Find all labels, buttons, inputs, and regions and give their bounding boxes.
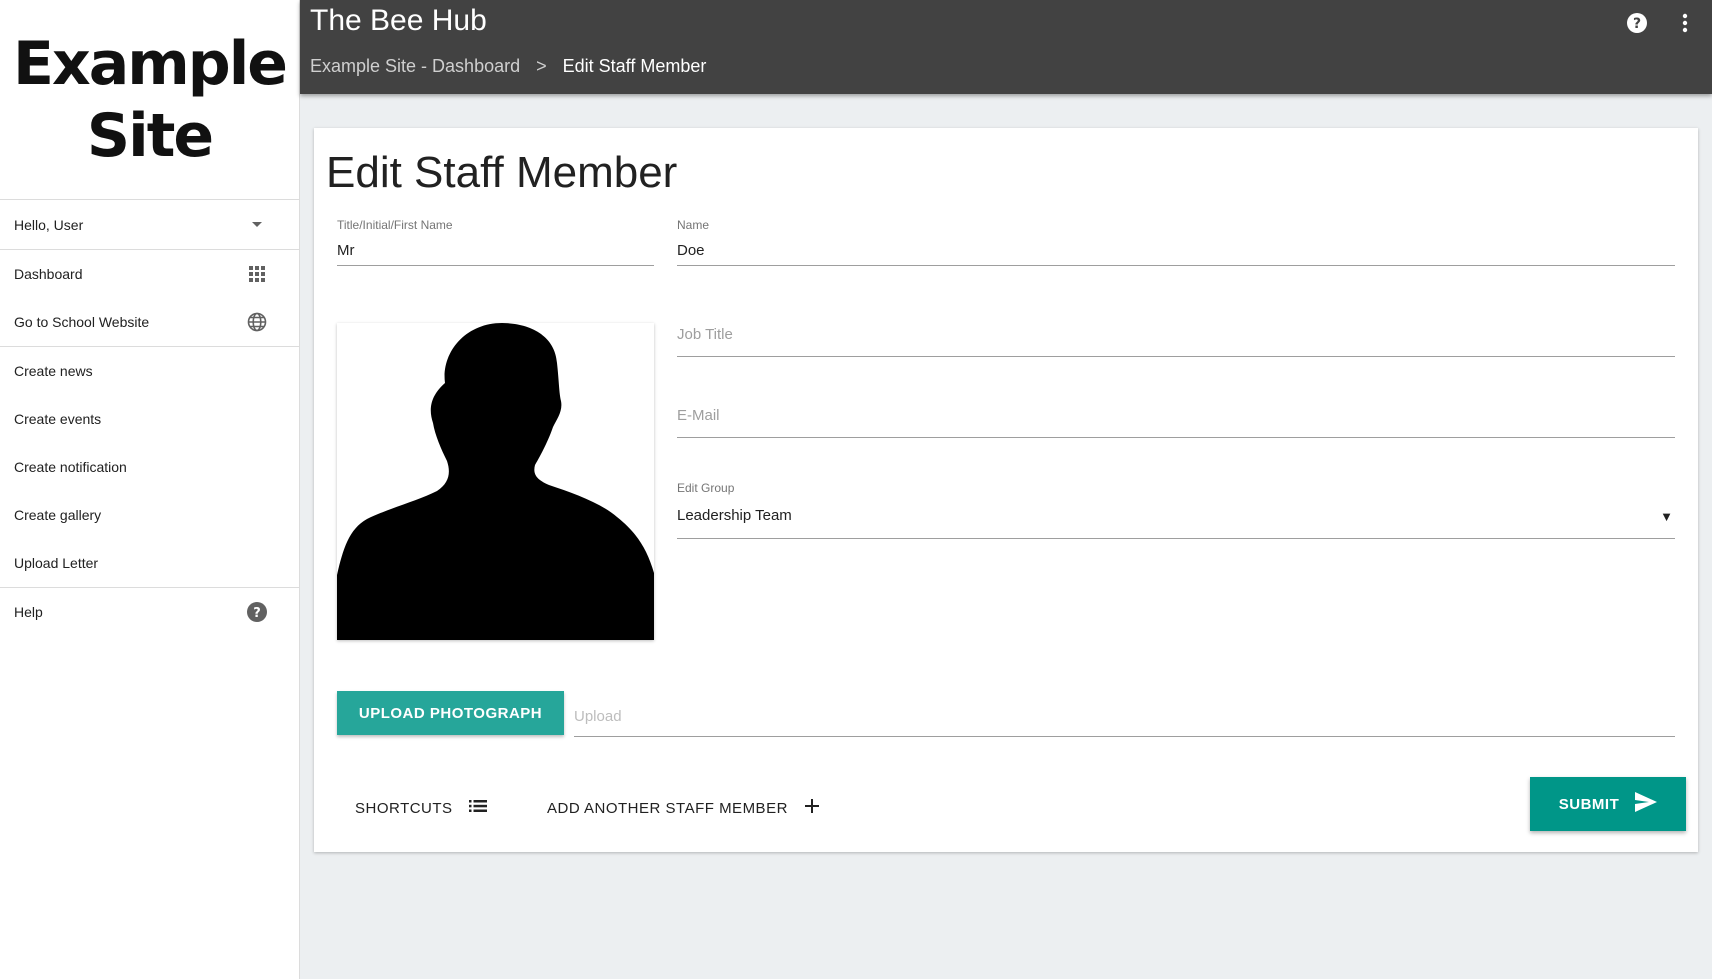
name-label: Name bbox=[677, 218, 710, 232]
add-staff-label: ADD ANOTHER STAFF MEMBER bbox=[547, 799, 788, 817]
site-logo[interactable]: Example Site bbox=[0, 0, 299, 200]
sidebar-item-label: Go to School Website bbox=[14, 314, 150, 330]
upload-path-field[interactable]: Upload bbox=[574, 696, 1675, 737]
nav-group-create: Create news Create events Create notific… bbox=[0, 347, 299, 588]
sidebar-item-label: Dashboard bbox=[14, 266, 83, 282]
upload-placeholder: Upload bbox=[574, 708, 622, 725]
sidebar-item-label: Create gallery bbox=[14, 507, 102, 523]
person-silhouette-icon bbox=[337, 323, 654, 640]
sidebar-item-label: Create news bbox=[14, 363, 93, 379]
sidebar-item-create-notification[interactable]: Create notification bbox=[0, 443, 299, 491]
user-menu-group: Hello, User bbox=[0, 200, 299, 250]
logo-line-1: Example bbox=[13, 28, 288, 99]
submit-label: SUBMIT bbox=[1558, 795, 1620, 813]
add-staff-member-button[interactable]: ADD ANOTHER STAFF MEMBER bbox=[547, 788, 820, 828]
edit-staff-card: Edit Staff Member Title/Initial/First Na… bbox=[314, 128, 1698, 852]
chevron-right-icon: > bbox=[536, 56, 547, 76]
sidebar-item-label: Create events bbox=[14, 411, 102, 427]
plus-icon bbox=[804, 798, 820, 818]
svg-text:?: ? bbox=[253, 606, 261, 621]
svg-text:?: ? bbox=[1633, 16, 1641, 32]
breadcrumb-current: Edit Staff Member bbox=[562, 56, 707, 76]
top-app-bar: The Bee Hub ? Example Site - Dashboard >… bbox=[300, 0, 1712, 94]
first-name-value: Mr bbox=[337, 242, 355, 259]
staff-photo bbox=[337, 323, 654, 640]
breadcrumb: Example Site - Dashboard > Edit Staff Me… bbox=[310, 56, 706, 77]
app-title: The Bee Hub bbox=[310, 4, 487, 37]
page-title: Edit Staff Member bbox=[326, 148, 678, 197]
logo-line-2: Site bbox=[86, 100, 214, 171]
edit-group-label: Edit Group bbox=[677, 481, 735, 495]
shortcuts-label: SHORTCUTS bbox=[355, 799, 453, 817]
sidebar: Example Site Hello, User Dashboard Go to… bbox=[0, 0, 300, 979]
upload-photograph-button[interactable]: UPLOAD PHOTOGRAPH bbox=[337, 691, 564, 735]
submit-button[interactable]: SUBMIT bbox=[1530, 777, 1686, 831]
globe-icon bbox=[247, 312, 267, 332]
edit-group-select[interactable]: Edit Group Leadership Team ▼ bbox=[677, 481, 1675, 539]
breadcrumb-dashboard-link[interactable]: Example Site - Dashboard bbox=[310, 56, 520, 77]
send-icon bbox=[1635, 792, 1658, 816]
first-name-field[interactable]: Title/Initial/First Name Mr bbox=[337, 218, 654, 266]
job-title-placeholder: Job Title bbox=[677, 326, 733, 343]
nav-group-main: Dashboard Go to School Website bbox=[0, 250, 299, 347]
help-circle-icon: ? bbox=[247, 602, 267, 622]
sidebar-item-create-events[interactable]: Create events bbox=[0, 395, 299, 443]
shortcuts-button[interactable]: SHORTCUTS bbox=[355, 788, 487, 828]
list-icon bbox=[468, 799, 487, 817]
help-circle-icon[interactable]: ? bbox=[1624, 10, 1650, 36]
first-name-label: Title/Initial/First Name bbox=[337, 218, 453, 232]
sidebar-item-help[interactable]: Help ? bbox=[0, 588, 299, 636]
dropdown-arrow-icon: ▼ bbox=[1660, 509, 1673, 524]
caret-down-icon bbox=[247, 215, 267, 235]
sidebar-item-label: Help bbox=[14, 604, 43, 620]
sidebar-item-label: Create notification bbox=[14, 459, 127, 475]
name-field[interactable]: Name Doe bbox=[677, 218, 1675, 266]
more-vertical-icon[interactable] bbox=[1672, 10, 1698, 36]
email-field[interactable]: E-Mail bbox=[677, 388, 1675, 438]
sidebar-item-school-website[interactable]: Go to School Website bbox=[0, 298, 299, 346]
nav-group-help: Help ? bbox=[0, 588, 299, 636]
user-menu[interactable]: Hello, User bbox=[0, 200, 299, 249]
apps-grid-icon bbox=[247, 264, 267, 284]
sidebar-item-create-news[interactable]: Create news bbox=[0, 347, 299, 395]
sidebar-item-dashboard[interactable]: Dashboard bbox=[0, 250, 299, 298]
sidebar-item-upload-letter[interactable]: Upload Letter bbox=[0, 539, 299, 587]
name-value: Doe bbox=[677, 242, 705, 259]
sidebar-item-label: Upload Letter bbox=[14, 555, 99, 571]
sidebar-item-create-gallery[interactable]: Create gallery bbox=[0, 491, 299, 539]
edit-group-value: Leadership Team bbox=[677, 507, 792, 524]
job-title-field[interactable]: Job Title bbox=[677, 308, 1675, 357]
user-menu-label: Hello, User bbox=[14, 216, 84, 233]
email-placeholder: E-Mail bbox=[677, 407, 720, 424]
